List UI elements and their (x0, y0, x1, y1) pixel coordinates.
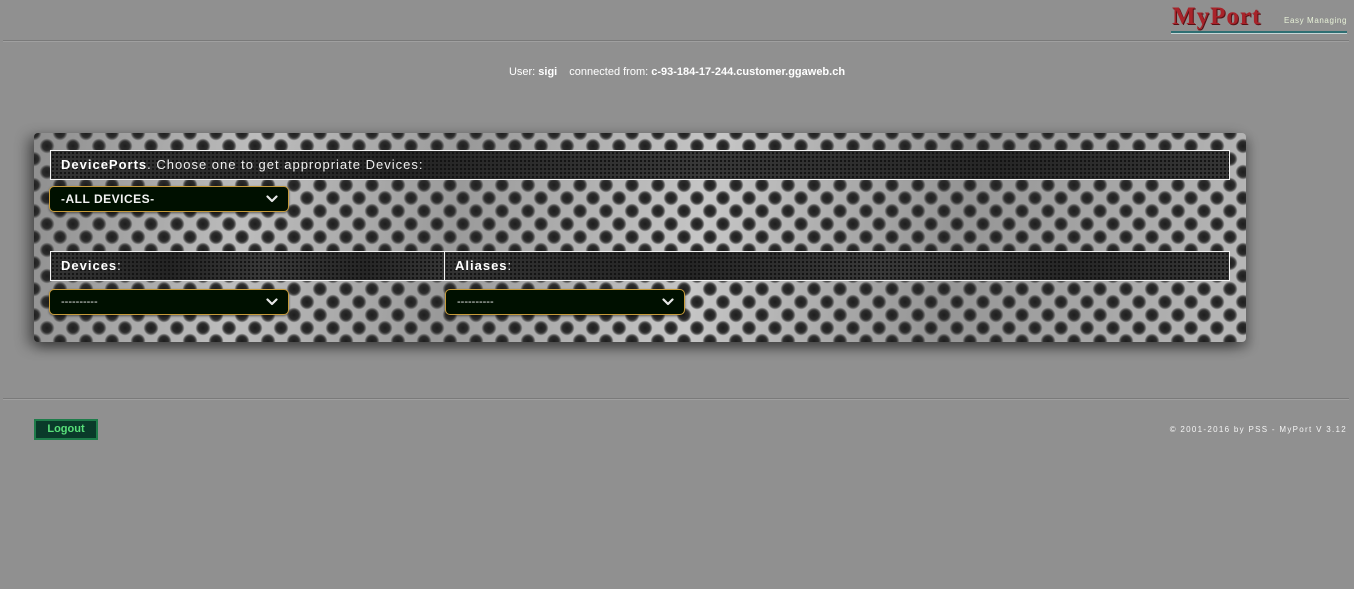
aliases-selected-value: ---------- (457, 296, 494, 308)
deviceports-selected-value: -ALL DEVICES- (61, 192, 155, 206)
aliases-select[interactable]: ---------- (445, 289, 685, 315)
header-divider (3, 40, 1349, 42)
deviceports-instruction: . Choose one to get appropriate Devices: (147, 157, 424, 172)
deviceports-select[interactable]: -ALL DEVICES- (49, 186, 289, 212)
devices-colon: : (117, 258, 122, 273)
deviceports-header: DevicePorts. Choose one to get appropria… (50, 150, 1230, 180)
connected-host: c-93-184-17-244.customer.ggaweb.ch (651, 66, 846, 78)
deviceports-title: DevicePorts (61, 157, 148, 172)
aliases-title: Aliases (455, 258, 508, 273)
connected-label: connected from: (569, 66, 649, 78)
aliases-header: Aliases: (444, 251, 1230, 281)
devices-select[interactable]: ---------- (49, 289, 289, 315)
logout-button[interactable]: Logout (34, 419, 98, 440)
logo-brand: MyPort (1172, 3, 1262, 30)
user-name: sigi (538, 66, 558, 78)
footer-divider (3, 398, 1349, 400)
chevron-down-icon (266, 298, 278, 306)
devices-header: Devices: (50, 251, 445, 281)
logo-underline (1171, 31, 1347, 34)
logo-tagline: Easy Managing (1284, 16, 1347, 25)
aliases-colon: : (507, 258, 513, 273)
user-label: User: (508, 66, 536, 78)
device-selection-panel: DevicePorts. Choose one to get appropria… (34, 133, 1246, 342)
chevron-down-icon (662, 298, 674, 306)
devices-selected-value: ---------- (61, 296, 98, 308)
page: MyPort Easy Managing User: sigi connecte… (0, 0, 1354, 589)
chevron-down-icon (266, 195, 278, 203)
devices-title: Devices (61, 258, 118, 273)
copyright-notice: © 2001-2016 by PSS - MyPort V 3.12 (1169, 425, 1347, 434)
myport-logo: MyPort Easy Managing (1171, 3, 1347, 35)
user-connection-info: User: sigi connected from: c-93-184-17-2… (0, 66, 1354, 78)
